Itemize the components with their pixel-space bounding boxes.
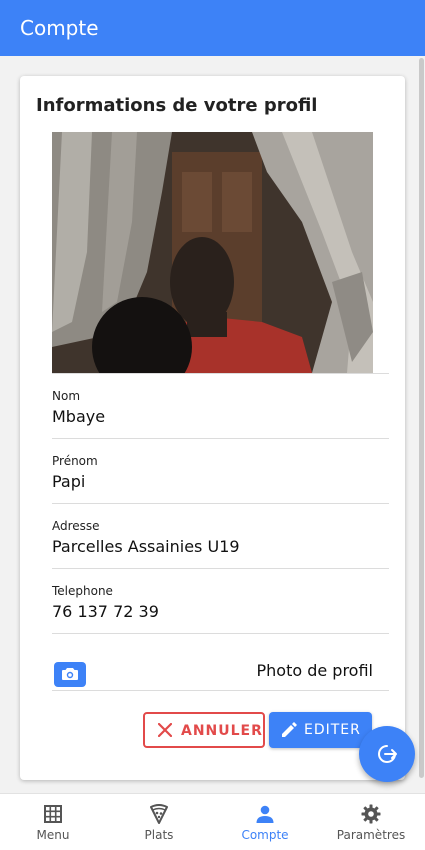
edit-button[interactable]: EDITER xyxy=(269,712,372,748)
bottom-navigation: Menu Plats Compte Paramètres xyxy=(0,793,425,850)
nav-label: Menu xyxy=(36,828,70,842)
person-icon xyxy=(256,805,274,823)
photo-upload-row: Photo de profil xyxy=(52,633,389,691)
main-content[interactable]: Informations de votre profil Nom Mbaye P… xyxy=(0,56,425,793)
pencil-icon xyxy=(282,722,297,737)
nav-item-compte[interactable]: Compte xyxy=(212,794,318,850)
logout-fab[interactable] xyxy=(359,726,415,782)
page-title: Compte xyxy=(20,16,99,40)
edit-label: EDITER xyxy=(304,722,361,738)
cancel-button[interactable]: ANNULER xyxy=(143,712,265,748)
field-label: Prénom xyxy=(52,454,98,468)
camera-icon xyxy=(62,668,78,680)
field-nom: Nom Mbaye xyxy=(52,373,389,438)
field-value[interactable]: Parcelles Assainies U19 xyxy=(52,537,240,556)
profile-card: Informations de votre profil Nom Mbaye P… xyxy=(20,76,405,780)
nav-item-plats[interactable]: Plats xyxy=(106,794,212,850)
scrollbar[interactable] xyxy=(419,58,424,778)
profile-photo-image xyxy=(52,132,373,373)
field-prenom: Prénom Papi xyxy=(52,438,389,503)
grid-icon xyxy=(44,805,62,823)
app-bar: Compte xyxy=(0,0,425,56)
photo-label: Photo de profil xyxy=(256,661,373,680)
field-telephone: Telephone 76 137 72 39 xyxy=(52,568,389,633)
cancel-label: ANNULER xyxy=(181,723,263,739)
field-value[interactable]: Mbaye xyxy=(52,407,105,426)
nav-item-menu[interactable]: Menu xyxy=(0,794,106,850)
close-icon xyxy=(158,723,172,737)
nav-label: Paramètres xyxy=(336,828,406,842)
field-value[interactable]: Papi xyxy=(52,472,85,491)
field-label: Nom xyxy=(52,389,81,403)
field-label: Adresse xyxy=(52,519,100,533)
card-title: Informations de votre profil xyxy=(36,95,318,116)
field-value[interactable]: 76 137 72 39 xyxy=(52,602,159,621)
gear-icon xyxy=(361,804,381,824)
nav-label: Compte xyxy=(241,828,289,842)
field-label: Telephone xyxy=(52,584,113,598)
nav-item-parametres[interactable]: Paramètres xyxy=(318,794,424,850)
nav-label: Plats xyxy=(144,828,174,842)
field-adresse: Adresse Parcelles Assainies U19 xyxy=(52,503,389,568)
camera-button[interactable] xyxy=(54,662,86,687)
profile-photo xyxy=(52,132,373,373)
logout-icon xyxy=(378,745,397,763)
pizza-icon xyxy=(150,804,168,824)
